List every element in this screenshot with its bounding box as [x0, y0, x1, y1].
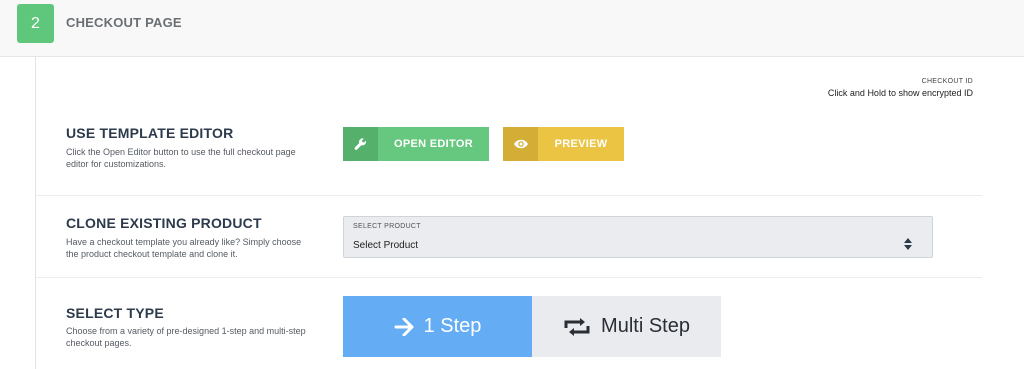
repeat-icon: [564, 317, 590, 336]
step-number-badge: 2: [17, 4, 54, 43]
checkout-id-hint: Click and Hold to show encrypted ID: [827, 88, 973, 98]
open-editor-label: OPEN EDITOR: [394, 138, 473, 150]
one-step-option[interactable]: 1 Step: [343, 296, 532, 357]
eye-icon: [503, 127, 538, 161]
wrench-icon: [343, 127, 378, 161]
section-divider: [36, 195, 982, 196]
section-header: 2 CHECKOUT PAGE: [0, 0, 1024, 57]
section-header-title: CHECKOUT PAGE: [66, 15, 182, 30]
preview-button[interactable]: PREVIEW: [503, 127, 624, 161]
multi-step-label: Multi Step: [601, 315, 690, 337]
arrow-right-icon: [394, 317, 414, 336]
clone-product-title: CLONE EXISTING PRODUCT: [66, 215, 262, 231]
select-type-title: SELECT TYPE: [66, 305, 164, 321]
select-product-label: SELECT PRODUCT: [353, 223, 421, 230]
one-step-label: 1 Step: [423, 315, 482, 337]
select-type-description: Choose from a variety of pre-designed 1-…: [66, 326, 306, 348]
checkout-id-label: CHECKOUT ID: [921, 78, 973, 85]
template-editor-title: USE TEMPLATE EDITOR: [66, 125, 234, 141]
multi-step-option[interactable]: Multi Step: [532, 296, 721, 357]
open-editor-button[interactable]: OPEN EDITOR: [343, 127, 489, 161]
checkout-id-block[interactable]: CHECKOUT ID Click and Hold to show encry…: [828, 78, 973, 98]
template-editor-description: Click the Open Editor button to use the …: [66, 147, 296, 169]
select-product-dropdown[interactable]: SELECT PRODUCT Select Product: [343, 216, 933, 258]
sort-arrows-icon: [904, 238, 912, 250]
section-divider: [36, 277, 982, 278]
select-product-value: Select Product: [353, 240, 419, 251]
preview-label: PREVIEW: [554, 138, 608, 150]
left-rail-line: [35, 57, 36, 369]
clone-product-description: Have a checkout template you already lik…: [66, 237, 302, 259]
